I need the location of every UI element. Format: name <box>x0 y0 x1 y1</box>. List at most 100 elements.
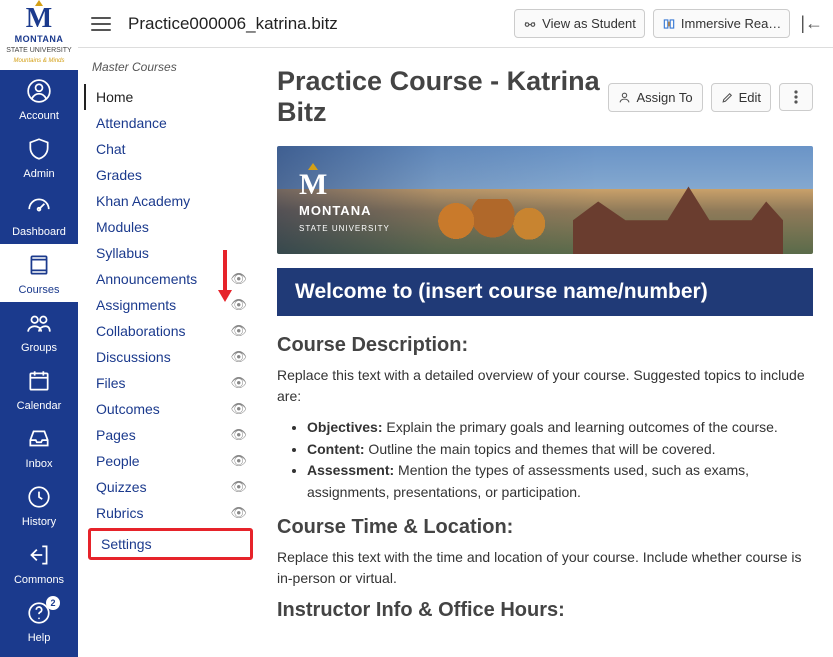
assign-to-button[interactable]: Assign To <box>608 83 702 112</box>
bullet-objectives: Objectives: Explain the primary goals an… <box>307 417 813 439</box>
rail-item-courses[interactable]: Courses <box>0 244 78 302</box>
glasses-icon <box>523 17 537 31</box>
course-nav-label: Announcements <box>96 271 197 287</box>
course-nav: Master Courses Home Attendance Chat Grad… <box>78 48 263 657</box>
course-nav-label: People <box>96 453 140 469</box>
top-header: Practice000006_katrina.bitz View as Stud… <box>78 0 833 48</box>
view-as-student-label: View as Student <box>542 16 636 31</box>
course-nav-chat[interactable]: Chat <box>84 136 257 162</box>
msu-logo-tagline: Mountains & Minds <box>13 58 64 64</box>
hidden-eye-icon: 👁 <box>230 505 247 521</box>
course-nav-label: Discussions <box>96 349 171 365</box>
collapse-sidebar-icon[interactable]: |← <box>800 13 823 34</box>
course-nav-settings[interactable]: Settings <box>91 531 250 557</box>
commons-icon <box>26 542 52 568</box>
bullet-label: Assessment: <box>307 462 394 478</box>
msu-logo-line2: STATE UNIVERSITY <box>6 47 71 54</box>
course-nav-label: Pages <box>96 427 136 443</box>
gauge-icon <box>26 194 52 220</box>
course-nav-home[interactable]: Home <box>84 84 257 110</box>
course-nav-announcements[interactable]: Announcements 👁 <box>84 266 257 292</box>
rail-item-calendar[interactable]: Calendar <box>0 360 78 418</box>
person-icon <box>618 91 631 104</box>
breadcrumb[interactable]: Practice000006_katrina.bitz <box>128 14 506 34</box>
shield-icon <box>26 136 52 162</box>
rail-item-help[interactable]: 2 Help <box>0 592 78 650</box>
edit-button[interactable]: Edit <box>711 83 771 112</box>
course-nav-label: Modules <box>96 219 149 235</box>
course-nav-outcomes[interactable]: Outcomes👁 <box>84 396 257 422</box>
more-options-button[interactable] <box>779 83 813 111</box>
rail-label-commons: Commons <box>14 574 64 586</box>
hidden-eye-icon: 👁 <box>230 427 247 443</box>
course-description-text: Replace this text with a detailed overvi… <box>277 365 813 407</box>
course-nav-discussions[interactable]: Discussions 👁 <box>84 344 257 370</box>
course-home-content: Practice Course - Katrina Bitz Assign To… <box>263 48 833 657</box>
course-nav-syllabus[interactable]: Syllabus <box>84 240 257 266</box>
pencil-icon <box>721 91 734 104</box>
rail-label-help: Help <box>28 632 51 644</box>
course-nav-people[interactable]: People 👁 <box>84 448 257 474</box>
view-as-student-button[interactable]: View as Student <box>514 9 645 38</box>
calendar-icon <box>26 368 52 394</box>
hidden-eye-icon: 👁 <box>230 453 247 469</box>
hidden-eye-icon: 👁 <box>230 349 247 365</box>
course-nav-collaborations[interactable]: Collaborations👁 <box>84 318 257 344</box>
course-nav-label: Khan Academy <box>96 193 190 209</box>
rail-item-admin[interactable]: Admin <box>0 128 78 186</box>
global-nav-rail: M MONTANA STATE UNIVERSITY Mountains & M… <box>0 0 78 657</box>
banner-msu-logo: M MONTANA STATE UNIVERSITY <box>299 168 390 234</box>
course-nav-grades[interactable]: Grades <box>84 162 257 188</box>
course-description-heading: Course Description: <box>277 334 813 357</box>
banner-building-deco <box>573 179 783 254</box>
rail-label-inbox: Inbox <box>26 458 53 470</box>
banner-logo-line2: STATE UNIVERSITY <box>299 224 390 233</box>
course-nav-crumb[interactable]: Master Courses <box>84 60 257 84</box>
course-nav-label: Files <box>96 375 126 391</box>
rail-item-account[interactable]: Account <box>0 70 78 128</box>
course-time-heading: Course Time & Location: <box>277 516 813 539</box>
immersive-reader-label: Immersive Rea… <box>681 16 781 31</box>
hidden-eye-icon: 👁 <box>230 271 247 287</box>
kebab-icon <box>794 90 798 104</box>
bullet-text: Outline the main topics and themes that … <box>365 441 716 457</box>
course-nav-quizzes[interactable]: Quizzes👁 <box>84 474 257 500</box>
course-nav-label: Chat <box>96 141 126 157</box>
course-nav-label: Attendance <box>96 115 167 131</box>
course-nav-label: Settings <box>101 536 152 552</box>
course-nav-khan-academy[interactable]: Khan Academy <box>84 188 257 214</box>
rail-label-calendar: Calendar <box>17 400 62 412</box>
immersive-reader-button[interactable]: Immersive Rea… <box>653 9 790 38</box>
course-nav-rubrics[interactable]: Rubrics 👁 <box>84 500 257 526</box>
rail-item-groups[interactable]: Groups <box>0 302 78 360</box>
inbox-icon <box>26 426 52 452</box>
msu-logo: M MONTANA STATE UNIVERSITY Mountains & M… <box>0 0 78 70</box>
rail-label-history: History <box>22 516 56 528</box>
rail-label-admin: Admin <box>23 168 54 180</box>
page-title-row: Practice Course - Katrina Bitz Assign To… <box>277 66 813 128</box>
course-menu-toggle[interactable] <box>88 11 114 37</box>
course-nav-attendance[interactable]: Attendance <box>84 110 257 136</box>
rail-item-history[interactable]: History <box>0 476 78 534</box>
help-badge: 2 <box>46 596 60 610</box>
hidden-eye-icon: 👁 <box>230 375 247 391</box>
course-nav-pages[interactable]: Pages 👁 <box>84 422 257 448</box>
msu-logo-line1: MONTANA <box>15 34 64 44</box>
rail-item-dashboard[interactable]: Dashboard <box>0 186 78 244</box>
bullet-label: Content: <box>307 441 365 457</box>
hidden-eye-icon: 👁 <box>230 479 247 495</box>
rail-item-commons[interactable]: Commons <box>0 534 78 592</box>
course-time-text: Replace this text with the time and loca… <box>277 547 813 589</box>
course-nav-assignments[interactable]: Assignments👁 <box>84 292 257 318</box>
course-nav-files[interactable]: Files 👁 <box>84 370 257 396</box>
edit-label: Edit <box>739 90 761 105</box>
rail-item-inbox[interactable]: Inbox <box>0 418 78 476</box>
course-nav-modules[interactable]: Modules <box>84 214 257 240</box>
account-icon <box>26 78 52 104</box>
course-nav-label: Rubrics <box>96 505 143 521</box>
banner-trees-deco <box>427 199 573 254</box>
assign-to-label: Assign To <box>636 90 692 105</box>
course-nav-label: Home <box>96 89 133 105</box>
banner-logo-initial: M <box>299 168 327 202</box>
page-title: Practice Course - Katrina Bitz <box>277 66 600 128</box>
